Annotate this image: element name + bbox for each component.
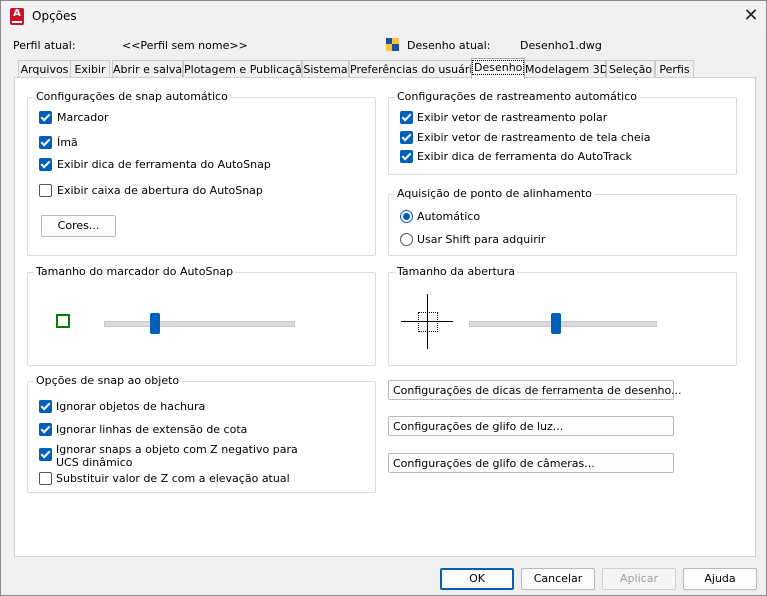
ignore-dimext-checkbox[interactable] <box>39 423 52 436</box>
fullscreen-tracking-checkbox[interactable] <box>400 131 413 144</box>
ignore-negz-label[interactable]: Ignorar snaps a objeto com Z negativo pa… <box>56 443 316 469</box>
tab-preferencias[interactable]: Preferências do usuário <box>349 60 479 78</box>
ignore-negz-checkbox[interactable] <box>39 448 52 461</box>
autocad-logo-icon: A <box>10 8 24 25</box>
tab-panel-desenho: Configurações de snap automático Marcado… <box>14 77 756 557</box>
polar-tracking-label[interactable]: Exibir vetor de rastreamento polar <box>417 111 607 124</box>
apply-button[interactable]: Aplicar <box>602 568 676 590</box>
aperture-preview <box>400 293 453 349</box>
autosnap-group-title: Configurações de snap automático <box>34 90 230 103</box>
drawing-label: Desenho atual: <box>407 39 491 52</box>
tab-sistema[interactable]: Sistema <box>302 60 349 78</box>
marker-size-slider-thumb[interactable] <box>150 313 161 334</box>
tab-exibir[interactable]: Exibir <box>70 60 110 78</box>
autosnap-group: Configurações de snap automático Marcado… <box>27 90 376 256</box>
aperture-size-group-title: Tamanho da abertura <box>395 265 518 278</box>
replace-z-checkbox[interactable] <box>39 472 52 485</box>
tab-selecao[interactable]: Seleção <box>606 60 655 78</box>
tab-desenho[interactable]: Desenho <box>471 58 525 79</box>
profile-value: <<Perfil sem nome>> <box>122 39 248 52</box>
marker-size-slider-track[interactable] <box>104 321 295 327</box>
marker-checkbox[interactable] <box>39 111 52 124</box>
ignore-dimext-label[interactable]: Ignorar linhas de extensão de cota <box>56 423 247 436</box>
tab-desenho-label: Desenho <box>472 60 525 75</box>
light-glyph-settings-button[interactable]: Configurações de glifo de luz... <box>388 416 674 436</box>
autotrack-tooltip-checkbox[interactable] <box>400 150 413 163</box>
close-icon[interactable]: ✕ <box>739 5 763 27</box>
marker-label[interactable]: Marcador <box>57 111 109 124</box>
autosnap-tooltip-label[interactable]: Exibir dica de ferramenta do AutoSnap <box>57 158 271 171</box>
autosnap-tooltip-checkbox[interactable] <box>39 158 52 171</box>
ignore-hatch-label[interactable]: Ignorar objetos de hachura <box>56 400 205 413</box>
alignment-shift-label[interactable]: Usar Shift para adquirir <box>417 233 545 246</box>
autotrack-group-title: Configurações de rastreamento automático <box>395 90 639 103</box>
fullscreen-tracking-label[interactable]: Exibir vetor de rastreamento de tela che… <box>417 131 650 144</box>
osnap-group: Opções de snap ao objeto Ignorar objetos… <box>27 374 376 493</box>
autotrack-group: Configurações de rastreamento automático… <box>388 90 737 175</box>
options-dialog: A Opções ✕ Perfil atual: <<Perfil sem no… <box>0 0 767 596</box>
aperture-size-slider-track[interactable] <box>469 321 657 327</box>
drawing-file-icon <box>386 38 399 51</box>
alignment-automatic-label[interactable]: Automático <box>417 210 480 223</box>
replace-z-label[interactable]: Substituir valor de Z com a elevação atu… <box>56 472 290 485</box>
draft-tooltip-settings-button[interactable]: Configurações de dicas de ferramenta de … <box>388 380 682 400</box>
marker-size-group: Tamanho do marcador do AutoSnap <box>27 265 376 366</box>
aperture-size-slider-thumb[interactable] <box>551 313 562 334</box>
title-bar: A Opções ✕ <box>1 1 766 33</box>
aperture-box-checkbox[interactable] <box>39 184 52 197</box>
alignment-group: Aquisição de ponto de alinhamento Automá… <box>388 187 737 256</box>
alignment-group-title: Aquisição de ponto de alinhamento <box>395 187 594 200</box>
aperture-size-group: Tamanho da abertura <box>388 265 737 366</box>
tab-modelagem-3d[interactable]: Modelagem 3D <box>524 60 608 78</box>
camera-glyph-settings-button[interactable]: Configurações de glifo de câmeras... <box>388 453 674 473</box>
profile-label: Perfil atual: <box>13 39 76 52</box>
tab-arquivos[interactable]: Arquivos <box>18 60 71 78</box>
marker-size-group-title: Tamanho do marcador do AutoSnap <box>34 265 236 278</box>
ok-button[interactable]: OK <box>440 568 514 590</box>
magnet-label[interactable]: Ímã <box>57 136 78 149</box>
tab-plotagem[interactable]: Plotagem e Publicação <box>183 60 309 78</box>
tab-abrir-salvar[interactable]: Abrir e salvar <box>112 60 187 78</box>
marker-preview-square <box>56 314 70 328</box>
help-button[interactable]: Ajuda <box>683 568 757 590</box>
polar-tracking-checkbox[interactable] <box>400 111 413 124</box>
osnap-group-title: Opções de snap ao objeto <box>34 374 182 387</box>
autotrack-tooltip-label[interactable]: Exibir dica de ferramenta do AutoTrack <box>417 150 632 163</box>
window-title: Opções <box>32 9 77 23</box>
tab-perfis[interactable]: Perfis <box>655 60 694 78</box>
alignment-automatic-radio[interactable] <box>400 210 413 223</box>
drawing-value: Desenho1.dwg <box>520 39 602 52</box>
aperture-box-label[interactable]: Exibir caixa de abertura do AutoSnap <box>57 184 263 197</box>
magnet-checkbox[interactable] <box>39 136 52 149</box>
alignment-shift-radio[interactable] <box>400 233 413 246</box>
cancel-button[interactable]: Cancelar <box>521 568 595 590</box>
marker-preview <box>37 293 90 349</box>
ignore-hatch-checkbox[interactable] <box>39 400 52 413</box>
colors-button[interactable]: Cores... <box>41 215 116 237</box>
aperture-box <box>418 312 438 332</box>
